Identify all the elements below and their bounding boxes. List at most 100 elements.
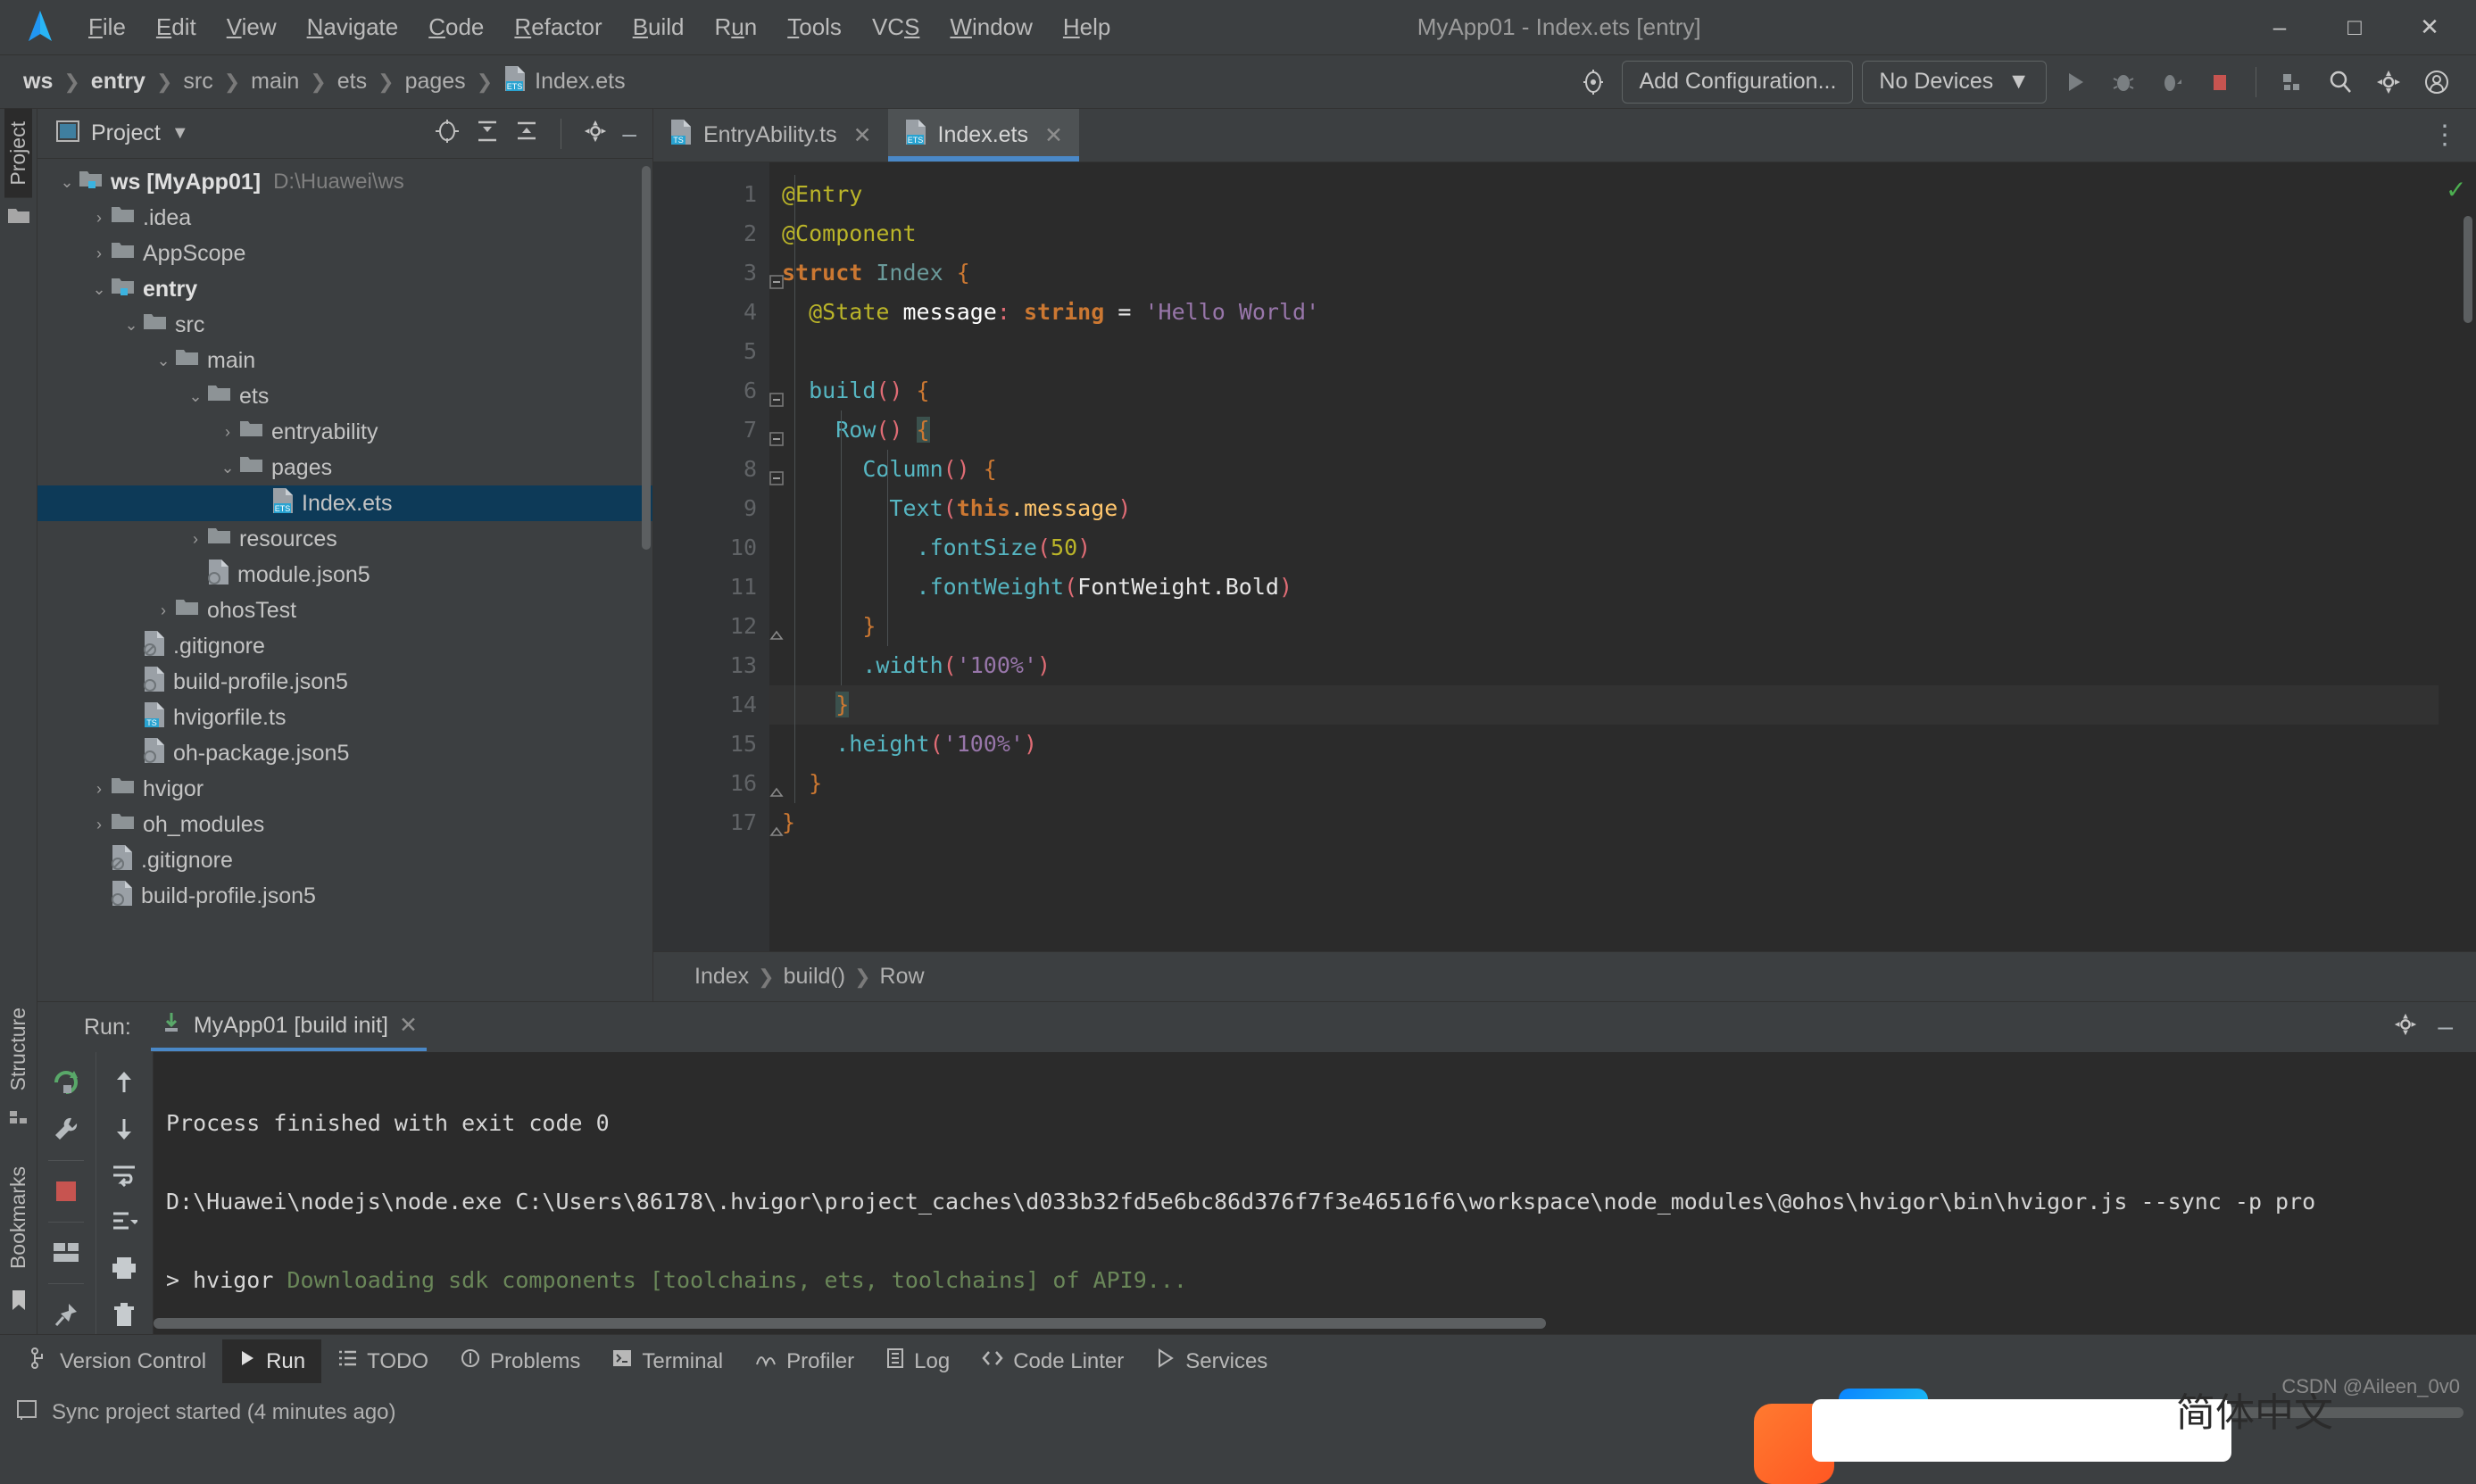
console-h-scrollbar[interactable] xyxy=(154,1318,1546,1329)
chevron-right-icon[interactable]: › xyxy=(152,601,175,620)
tree-row-ohostest[interactable]: › ohosTest xyxy=(37,593,652,628)
tool-tab-todo[interactable]: TODO xyxy=(321,1339,445,1383)
editor-breadcrumb-row[interactable]: Row xyxy=(880,964,925,990)
tree-row-build-profile-entry[interactable]: build-profile.json5 xyxy=(37,664,652,700)
pin-icon[interactable] xyxy=(42,1295,90,1334)
chevron-right-icon[interactable]: › xyxy=(87,780,111,799)
breadcrumb-main[interactable]: main xyxy=(245,67,304,96)
print-icon[interactable] xyxy=(100,1248,148,1288)
tree-row-build-profile-root[interactable]: build-profile.json5 xyxy=(37,878,652,914)
menu-help[interactable]: Help xyxy=(1048,8,1126,46)
tree-row-entry[interactable]: ⌄ entry xyxy=(37,271,652,307)
rail-tab-project[interactable]: Project xyxy=(4,109,32,198)
tool-tab-version-control[interactable]: Version Control xyxy=(14,1339,222,1384)
close-icon[interactable]: ✕ xyxy=(1044,122,1063,149)
chevron-right-icon[interactable]: › xyxy=(87,245,111,263)
scroll-to-end-icon[interactable] xyxy=(100,1202,148,1241)
chevron-down-icon[interactable]: ⌄ xyxy=(120,316,143,335)
soft-wrap-icon[interactable] xyxy=(100,1156,148,1195)
editor-scrollbar[interactable] xyxy=(2464,216,2472,323)
breadcrumb-src[interactable]: src xyxy=(178,67,218,96)
chevron-right-icon[interactable]: › xyxy=(216,423,239,442)
menu-vcs[interactable]: VCS xyxy=(857,8,935,46)
editor-right-rail[interactable]: ✓ xyxy=(2439,162,2476,951)
project-tree-scrollbar[interactable] xyxy=(642,166,651,550)
layout-icon[interactable] xyxy=(42,1233,90,1273)
collapse-all-icon[interactable] xyxy=(514,119,539,148)
chevron-right-icon[interactable]: › xyxy=(87,209,111,228)
code-content[interactable]: @Entry @Component struct Index { @State … xyxy=(769,162,2439,951)
menu-navigate[interactable]: Navigate xyxy=(292,8,414,46)
menu-build[interactable]: Build xyxy=(618,8,700,46)
chevron-down-icon[interactable]: ⌄ xyxy=(216,459,239,477)
hide-panel-icon[interactable]: – xyxy=(622,120,642,148)
breadcrumb-pages[interactable]: pages xyxy=(400,67,471,96)
chevron-down-icon[interactable]: ⌄ xyxy=(87,280,111,299)
run-config-tab[interactable]: MyApp01 [build init] ✕ xyxy=(151,1004,427,1051)
tree-row-ets[interactable]: ⌄ ets xyxy=(37,378,652,414)
chevron-right-icon[interactable]: › xyxy=(184,530,207,549)
expand-all-icon[interactable] xyxy=(475,119,500,148)
console-output[interactable]: Process finished with exit code 0 D:\Hua… xyxy=(154,1052,2476,1334)
tab-entryability-ts[interactable]: TS EntryAbility.ts ✕ xyxy=(653,109,888,162)
locate-file-icon[interactable] xyxy=(434,118,461,149)
menu-tools[interactable]: Tools xyxy=(772,8,857,46)
tree-row-index-ets[interactable]: ETS Index.ets xyxy=(37,485,652,521)
chevron-down-icon[interactable]: ⌄ xyxy=(152,352,175,370)
device-selector[interactable]: No Devices ▼ xyxy=(1862,61,2047,104)
tool-tab-services[interactable]: Services xyxy=(1140,1339,1284,1383)
tree-row-hvigor[interactable]: › hvigor xyxy=(37,771,652,807)
tree-row-gitignore-root[interactable]: .gitignore xyxy=(37,842,652,878)
chevron-down-icon[interactable]: ▼ xyxy=(171,123,189,144)
chevron-right-icon[interactable]: › xyxy=(87,816,111,834)
tree-row-ws[interactable]: ⌄ ws [MyApp01] D:\Huawei\ws xyxy=(37,164,652,200)
tree-row-idea[interactable]: › .idea xyxy=(37,200,652,236)
editor-tabs-actions[interactable]: ⋮ xyxy=(2431,109,2476,162)
editor-breadcrumb-index[interactable]: Index xyxy=(694,964,749,990)
close-button[interactable]: ✕ xyxy=(2392,1,2467,54)
chevron-down-icon[interactable]: ⌄ xyxy=(55,173,79,192)
stop-icon[interactable] xyxy=(42,1171,90,1210)
hide-panel-icon[interactable]: – xyxy=(2438,1012,2453,1042)
tree-row-gitignore-entry[interactable]: .gitignore xyxy=(37,628,652,664)
menu-view[interactable]: View xyxy=(212,8,292,46)
tree-row-module-json5[interactable]: module.json5 xyxy=(37,557,652,593)
more-options-icon[interactable]: ⋮ xyxy=(2431,120,2460,151)
menu-refactor[interactable]: Refactor xyxy=(499,8,617,46)
menu-code[interactable]: Code xyxy=(413,8,499,46)
attach-debugger-icon[interactable] xyxy=(2152,62,2191,102)
breadcrumb-entry[interactable]: entry xyxy=(86,67,151,96)
close-icon[interactable]: ✕ xyxy=(853,122,872,149)
ime-popup[interactable] xyxy=(1812,1399,2231,1462)
tree-row-oh-modules[interactable]: › oh_modules xyxy=(37,807,652,842)
tree-row-resources[interactable]: › resources xyxy=(37,521,652,557)
gear-icon[interactable] xyxy=(583,119,608,148)
tool-tab-problems[interactable]: Problems xyxy=(445,1339,596,1383)
code-editor[interactable]: 1 2 3 4 5 6 7 xyxy=(653,162,2476,951)
debug-icon[interactable] xyxy=(2104,62,2143,102)
tool-tab-terminal[interactable]: Terminal xyxy=(596,1339,739,1383)
search-icon[interactable] xyxy=(2321,62,2360,102)
gear-icon[interactable] xyxy=(2369,62,2408,102)
tree-row-main[interactable]: ⌄ main xyxy=(37,343,652,378)
stop-button[interactable] xyxy=(2200,62,2239,102)
tree-row-appscope[interactable]: › AppScope xyxy=(37,236,652,271)
maximize-button[interactable]: □ xyxy=(2317,1,2392,54)
device-manager-icon[interactable] xyxy=(2272,62,2312,102)
tool-tab-log[interactable]: Log xyxy=(870,1339,966,1384)
rail-tab-bookmarks[interactable]: Bookmarks xyxy=(4,1154,32,1281)
tree-row-hvigorfile-ts[interactable]: TS hvigorfile.ts xyxy=(37,700,652,735)
chevron-down-icon[interactable]: ⌄ xyxy=(184,387,207,406)
tool-tab-run[interactable]: Run xyxy=(222,1339,321,1383)
target-icon[interactable] xyxy=(1574,62,1613,102)
add-configuration-button[interactable]: Add Configuration... xyxy=(1622,61,1853,104)
rail-tab-structure[interactable]: Structure xyxy=(4,995,32,1103)
breadcrumb-index-file[interactable]: ETS Index.ets xyxy=(498,63,630,100)
tab-index-ets[interactable]: ETS Index.ets ✕ xyxy=(888,109,1079,162)
editor-breadcrumb-build[interactable]: build() xyxy=(784,964,845,990)
menu-edit[interactable]: Edit xyxy=(141,8,212,46)
menu-file[interactable]: File xyxy=(73,8,141,46)
avatar-icon[interactable] xyxy=(2417,62,2456,102)
tool-tab-code-linter[interactable]: Code Linter xyxy=(966,1339,1140,1383)
menu-run[interactable]: Run xyxy=(700,8,773,46)
